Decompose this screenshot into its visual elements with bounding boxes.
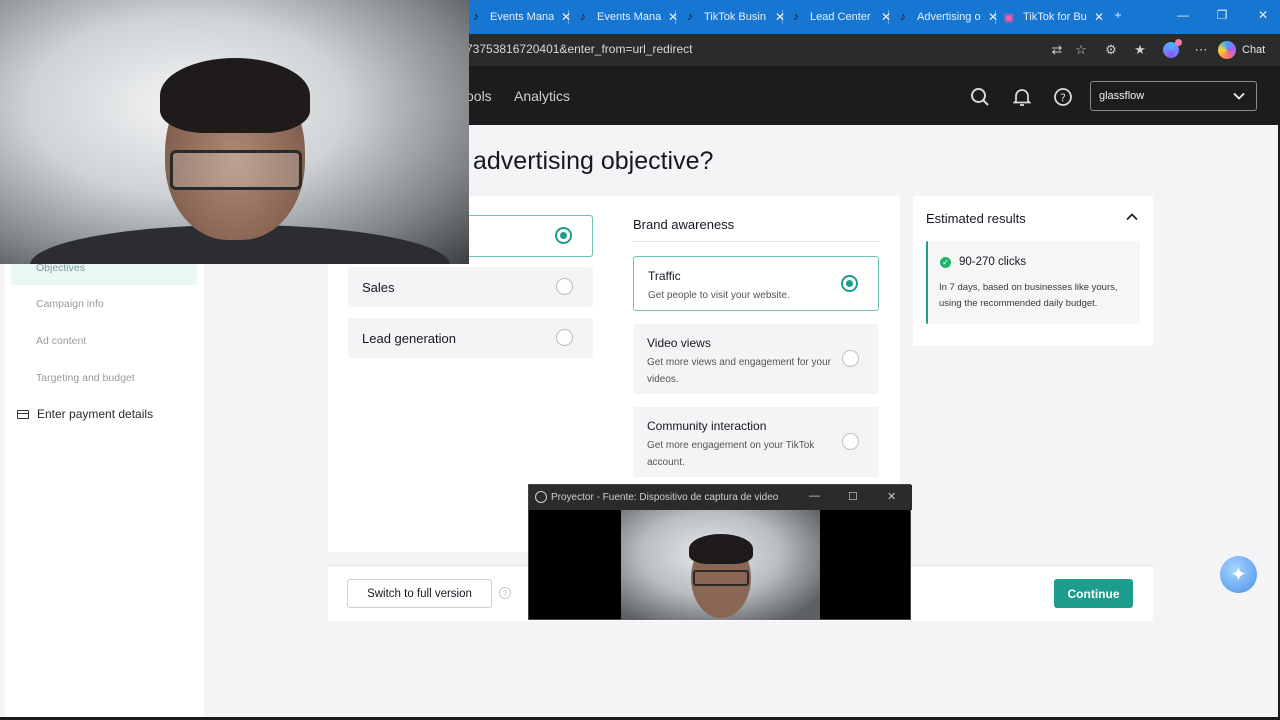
obs-logo-icon — [535, 491, 547, 503]
minimize-icon[interactable]: — — [809, 490, 820, 502]
check-icon: ✓ — [940, 257, 951, 268]
maximize-icon[interactable]: ☐ — [848, 490, 858, 503]
sidebar-item-targeting-budget[interactable]: Targeting and budget — [36, 372, 135, 384]
close-icon[interactable]: ✕ — [667, 10, 679, 24]
account-selector[interactable]: glassflow — [1090, 81, 1257, 111]
browser-tab[interactable]: ♪ Events Mana ✕ — [470, 6, 572, 28]
browser-tab-active[interactable]: ♪ Advertising o ✕ — [897, 6, 999, 28]
objective-option-sales[interactable]: Sales — [348, 267, 593, 307]
close-icon[interactable]: ✕ — [887, 490, 896, 503]
minimize-icon[interactable]: — — [1168, 8, 1198, 22]
more-menu-icon[interactable]: ⋯ — [1192, 41, 1210, 59]
close-icon[interactable]: ✕ — [774, 10, 786, 24]
favorite-star-icon[interactable]: ☆ — [1072, 41, 1090, 59]
option-title: Traffic — [648, 269, 681, 283]
tab-label: Advertising o — [917, 11, 981, 23]
screen: ♪ Events Mana ✕ ♪ Events Mana ✕ ♪ TikTok… — [0, 0, 1280, 720]
objective-option-lead-generation[interactable]: Lead generation — [348, 318, 593, 358]
estimated-results-title: Estimated results — [926, 211, 1026, 226]
objective-option-label: Lead generation — [362, 330, 456, 346]
projector-title: Proyector - Fuente: Dispositivo de captu… — [551, 492, 779, 503]
nav-tools[interactable]: ools — [466, 88, 492, 104]
brand-awareness-heading: Brand awareness — [633, 217, 735, 232]
browser-tab[interactable]: ▣ TikTok for Bu ✕ — [1003, 6, 1105, 28]
search-icon[interactable] — [969, 86, 991, 108]
radio-icon[interactable] — [842, 433, 859, 450]
objective-option-video-views[interactable]: Video views Get more views and engagemen… — [633, 324, 879, 394]
tab-label: Lead Center — [810, 11, 871, 23]
radio-selected-icon[interactable] — [555, 227, 572, 244]
sidebar-item-payment[interactable]: Enter payment details — [17, 407, 153, 421]
objective-option-community-interaction[interactable]: Community interaction Get more engagemen… — [633, 407, 879, 477]
projector-window[interactable]: Proyector - Fuente: Dispositivo de captu… — [528, 484, 912, 620]
copilot-icon — [1218, 41, 1236, 59]
projector-video — [621, 510, 820, 620]
account-name: glassflow — [1099, 90, 1145, 102]
favorites-icon[interactable]: ★ — [1131, 41, 1149, 59]
close-icon[interactable]: ✕ — [560, 10, 572, 24]
divider — [633, 241, 880, 242]
extensions-icon[interactable]: ⚙ — [1102, 41, 1120, 59]
estimated-clicks: 90-270 clicks — [959, 256, 1027, 268]
radio-icon[interactable] — [556, 278, 573, 295]
option-description: Get people to visit your website. — [648, 290, 790, 301]
option-title: Video views — [647, 336, 711, 350]
payment-label: Enter payment details — [37, 407, 154, 421]
bell-icon[interactable] — [1011, 86, 1033, 108]
tab-label: TikTok for Bu — [1023, 11, 1087, 23]
page-title: advertising objective? — [473, 147, 714, 175]
tiktok-for-business-icon: ▣ — [1003, 11, 1015, 24]
option-description: Get more views and engagement for your v… — [647, 357, 831, 385]
help-icon[interactable]: ? — [1052, 86, 1074, 108]
tiktok-icon: ♪ — [687, 11, 693, 23]
close-icon[interactable]: ✕ — [880, 10, 892, 24]
nav-analytics[interactable]: Analytics — [514, 88, 570, 104]
translate-icon[interactable]: ⇄ — [1048, 41, 1066, 59]
sidebar-item-campaign-info[interactable]: Campaign info — [36, 298, 104, 310]
browser-tab[interactable]: ♪ Events Mana ✕ — [577, 6, 679, 28]
close-window-icon[interactable]: ✕ — [1248, 8, 1278, 22]
tiktok-icon: ♪ — [473, 11, 479, 23]
profile-icon[interactable] — [1161, 39, 1182, 60]
close-icon[interactable]: ✕ — [987, 10, 999, 24]
chat-label: Chat — [1242, 44, 1266, 56]
new-tab-icon[interactable]: + — [1103, 8, 1133, 22]
radio-selected-icon[interactable] — [841, 275, 858, 292]
option-description: Get more engagement on your TikTok accou… — [647, 440, 815, 468]
estimate-box: ✓ 90-270 clicks In 7 days, based on busi… — [926, 241, 1140, 324]
radio-icon[interactable] — [556, 329, 573, 346]
restore-icon[interactable]: ❐ — [1207, 8, 1237, 22]
tiktok-icon: ♪ — [580, 11, 586, 23]
estimate-description: In 7 days, based on businesses like your… — [939, 282, 1118, 309]
tiktok-icon: ♪ — [900, 11, 906, 23]
sidebar-item-ad-content[interactable]: Ad content — [36, 335, 86, 347]
ai-assistant-sparkle-icon[interactable]: ✦ — [1220, 556, 1257, 593]
browser-tab[interactable]: ♪ Lead Center ✕ — [790, 6, 892, 28]
switch-to-full-version-button[interactable]: Switch to full version — [347, 579, 492, 608]
tiktok-icon: ♪ — [793, 11, 799, 23]
info-icon[interactable]: ? — [499, 587, 511, 599]
option-title: Community interaction — [647, 419, 767, 433]
address-bar-url[interactable]: 73753816720401&enter_from=url_redirect — [466, 42, 693, 56]
continue-button[interactable]: Continue — [1054, 579, 1133, 608]
chevron-up-icon[interactable] — [1125, 210, 1139, 224]
copilot-chat-button[interactable]: Chat — [1218, 39, 1265, 61]
objective-option-traffic[interactable]: Traffic Get people to visit your website… — [633, 256, 879, 311]
credit-card-icon — [17, 409, 29, 419]
svg-text:?: ? — [1060, 92, 1066, 105]
objective-option-label: Sales — [362, 279, 395, 295]
webcam-overlay — [0, 0, 469, 264]
radio-icon[interactable] — [842, 350, 859, 367]
tab-label: Events Mana — [490, 11, 554, 23]
estimated-results-card: Estimated results ✓ 90-270 clicks In 7 d… — [913, 196, 1153, 346]
tab-label: Events Mana — [597, 11, 661, 23]
chevron-down-icon — [1232, 89, 1246, 106]
tab-label: TikTok Busin — [704, 11, 766, 23]
browser-tab[interactable]: ♪ TikTok Busin ✕ — [684, 6, 786, 28]
